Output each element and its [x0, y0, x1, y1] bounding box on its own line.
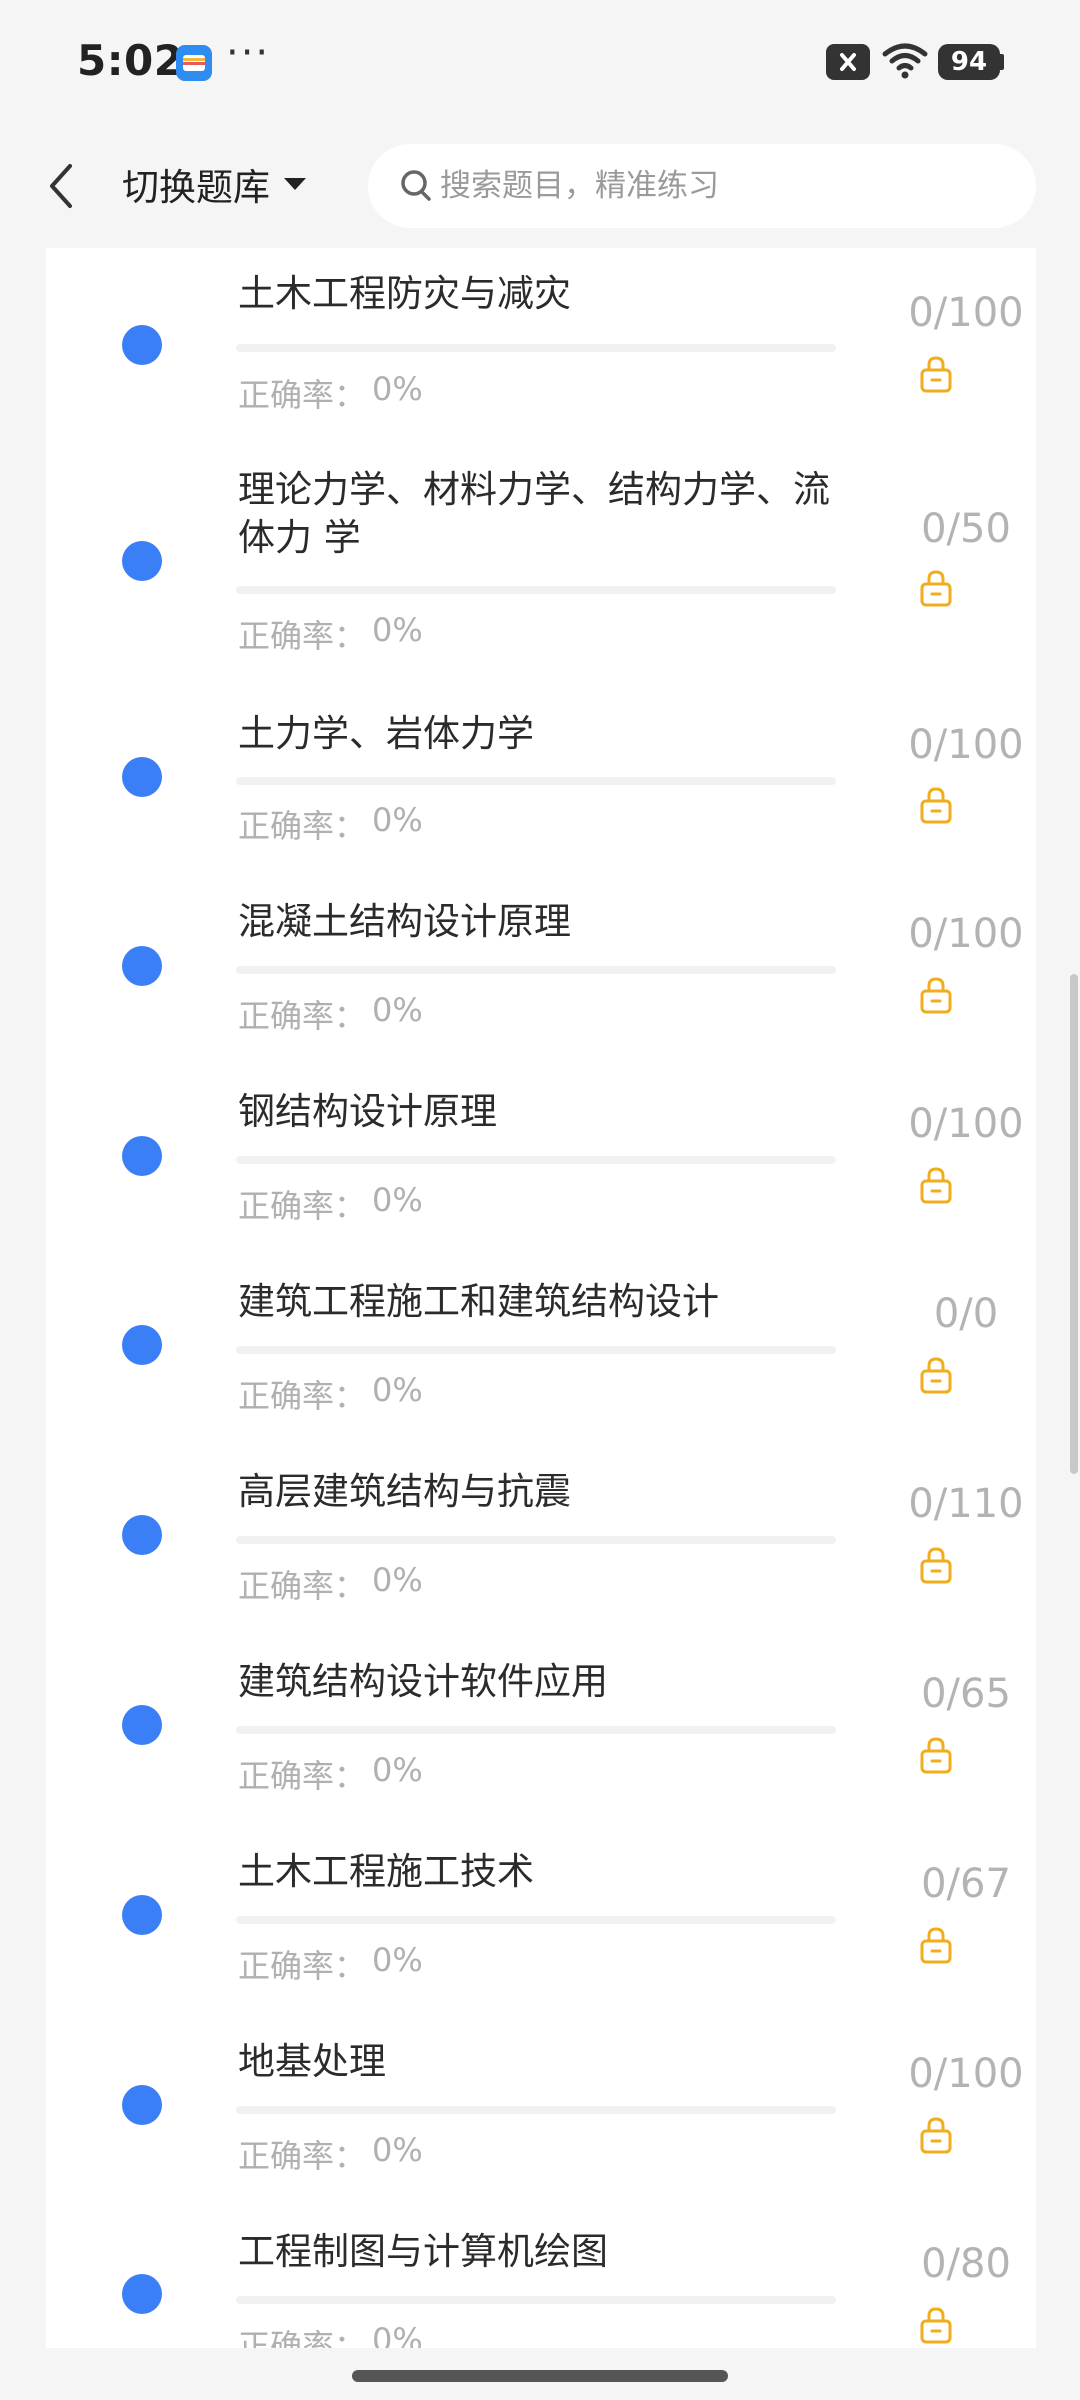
more-notifications-icon: ··· [226, 30, 271, 76]
lock-icon[interactable] [918, 2305, 954, 2345]
scrollbar[interactable] [1070, 974, 1078, 1474]
switch-question-bank-button[interactable]: 切换题库 [122, 154, 308, 214]
switch-question-bank-label: 切换题库 [122, 166, 270, 209]
topic-progress-bar [236, 2296, 836, 2304]
battery-level: 94 [938, 44, 1000, 80]
caret-down-icon [284, 178, 306, 190]
wallet-app-icon [176, 45, 212, 81]
status-time: 5:02 [77, 36, 184, 85]
accuracy-label: 正确率： [238, 2327, 367, 2348]
question-count: 0/80 [921, 2241, 1011, 2287]
topic-status-dot [122, 2274, 162, 2314]
no-sim-icon [826, 44, 870, 80]
back-icon[interactable] [42, 160, 82, 212]
wifi-icon [882, 43, 928, 79]
search-input[interactable]: 搜索题目，精准练习 [368, 144, 1036, 228]
topic-title: 工程制图与计算机绘图 [238, 2230, 608, 2273]
page: 5:02 ··· 94 切换题库 搜索题目，精准练习 土木工程防灾与减灾 正确率… [0, 0, 1080, 2400]
header: 切换题库 搜索题目，精准练习 [0, 124, 1080, 248]
topic-row[interactable]: 工程制图与计算机绘图正确率： 0% 0/80 [46, 248, 1036, 2348]
home-indicator[interactable] [352, 2370, 728, 2382]
status-bar: 5:02 ··· 94 [0, 0, 1080, 124]
accuracy-value: 0% [372, 2321, 423, 2348]
topic-list: 土木工程防灾与减灾 正确率： 0% 0/100 理论力学、材料力学、结构力学、流体力 学… [46, 248, 1036, 2348]
search-placeholder: 搜索题目，精准练习 [440, 168, 719, 204]
battery-icon [1000, 54, 1004, 70]
search-icon [401, 170, 431, 201]
